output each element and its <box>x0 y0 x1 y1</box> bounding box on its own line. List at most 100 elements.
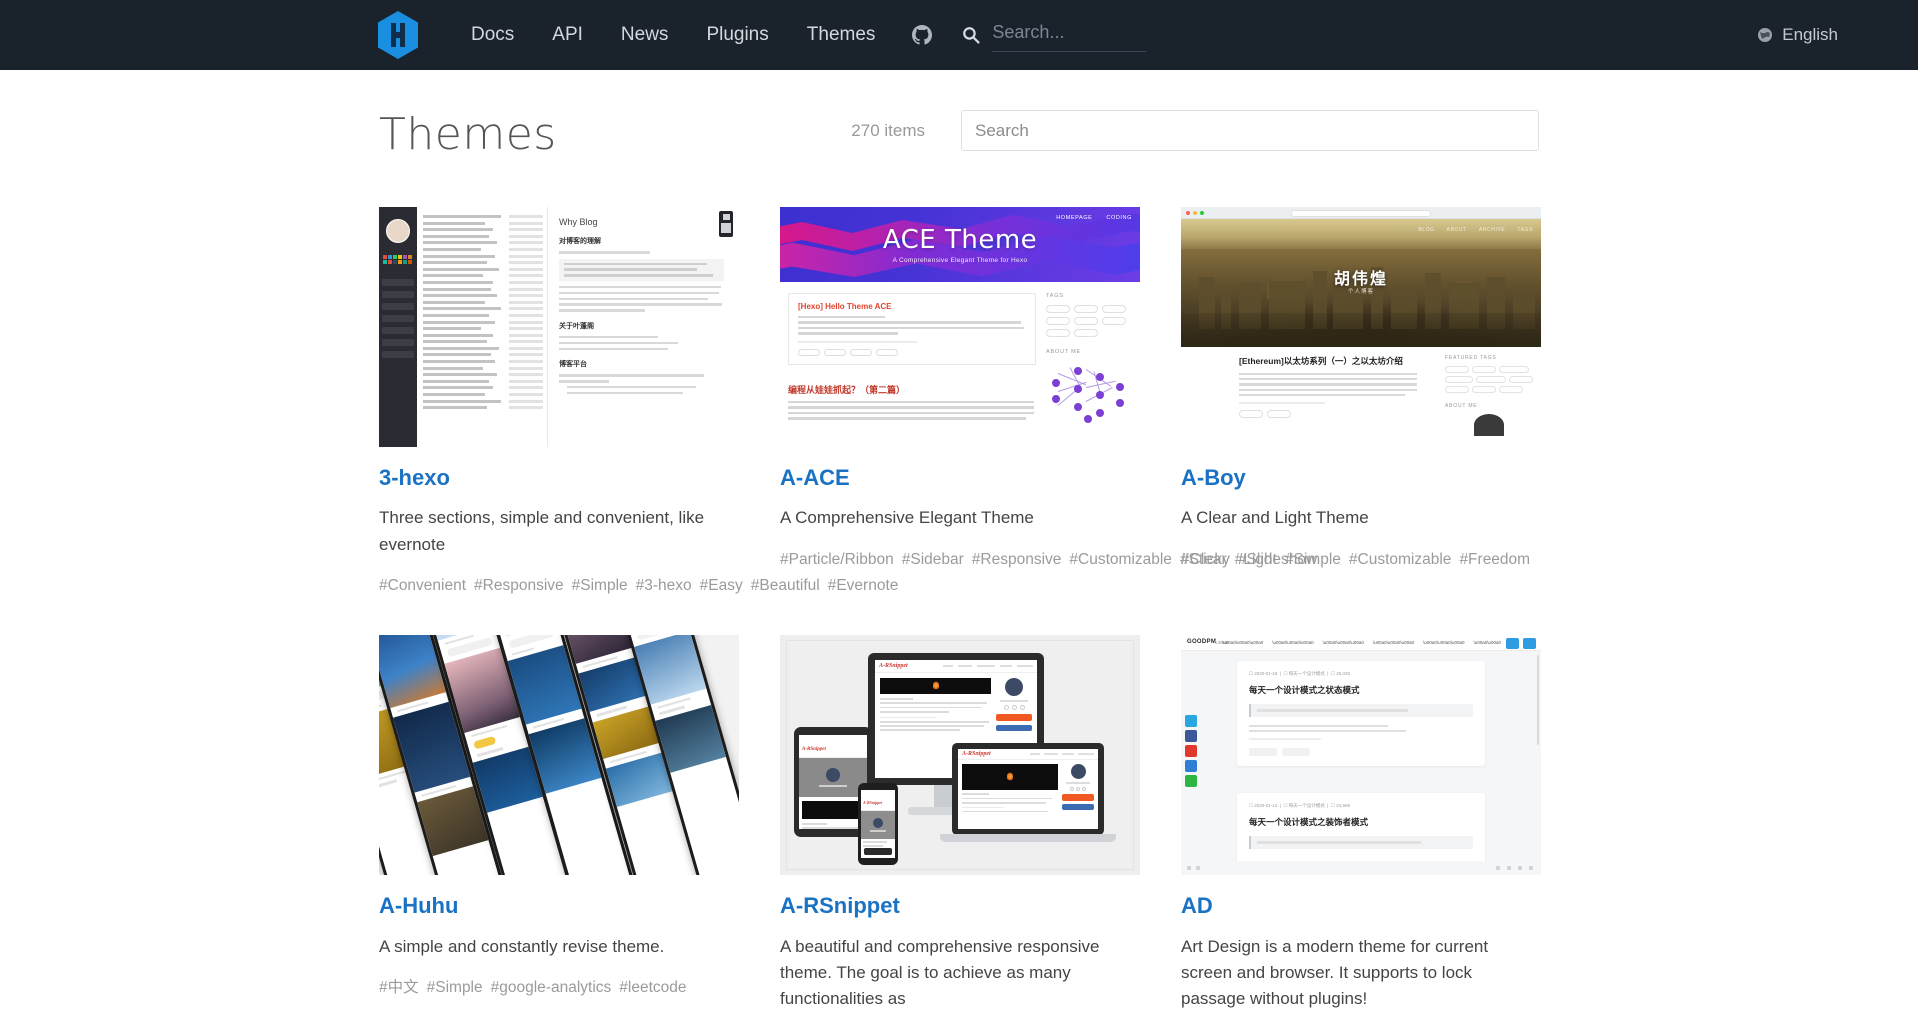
theme-tag[interactable]: #leetcode <box>619 979 686 996</box>
preview-hero-sub: 个人博客 <box>1347 289 1374 295</box>
theme-tags: #Clear #Light #Simple #Customizable #Freedom <box>1181 548 1541 571</box>
preview-post-title: [Ethereum]以太坊系列（一）之以太坊介绍 <box>1239 356 1403 366</box>
preview-aside-label: FEATURED TAGS <box>1445 355 1497 361</box>
theme-preview-ad: GOODPM \u00a0 \u00a0\u00a0\u00a0 \u00a0\u… <box>1181 635 1541 876</box>
theme-description: A Clear and Light Theme <box>1181 508 1369 528</box>
theme-tag[interactable]: #google-analytics <box>491 979 612 996</box>
item-count: 270 items <box>851 120 925 140</box>
nav-item-docs[interactable]: Docs <box>452 0 533 70</box>
preview-post-title: 每天一个设计模式之状态模式 <box>1249 685 1360 696</box>
themes-page: Themes 270 items Search Why Blog 对博客的理解 … <box>0 70 1918 1013</box>
theme-tag[interactable]: #Simple <box>1285 551 1341 568</box>
theme-tag[interactable]: #Light <box>1235 551 1277 568</box>
theme-card: A-Huhu A simple and constantly revise th… <box>379 635 739 1012</box>
theme-tags: #Convenient #Responsive #Simple #3-hexo #Eas… <box>379 574 898 597</box>
preview-post-title: [Hexo] Hello Theme ACE <box>798 302 892 311</box>
preview-heading: Why Blog <box>559 217 598 227</box>
theme-tag[interactable]: #Freedom <box>1459 551 1530 568</box>
nav-item-themes[interactable]: Themes <box>788 0 895 70</box>
theme-description: A beautiful and comprehensive responsive… <box>780 936 1100 1009</box>
theme-tag[interactable]: #Particle/Ribbon <box>780 551 894 568</box>
theme-tag[interactable]: #Easy <box>700 577 743 594</box>
nav-item-api[interactable]: API <box>533 0 602 70</box>
nav-item-news[interactable]: News <box>602 0 688 70</box>
theme-card: BLOG ABOUT ARCHIVE TAGS 胡伟煌 个人博客 [Ethere… <box>1181 207 1541 597</box>
theme-tag[interactable]: #3-hexo <box>636 577 692 594</box>
preview-network-graphic <box>1050 361 1128 423</box>
navbar-search[interactable] <box>962 18 1147 52</box>
theme-title-link[interactable]: A-RSnippet <box>780 893 1140 919</box>
theme-tags: #中文 #Simple #google-analytics #leetcode <box>379 976 739 999</box>
theme-title-link[interactable]: A-ACE <box>780 465 1140 491</box>
top-navbar: Docs API News Plugins Themes Search... E… <box>0 0 1918 70</box>
theme-thumbnail-link[interactable] <box>379 635 739 876</box>
theme-card: HOMEPAGE CODING ACE Theme A Comprehensiv… <box>780 207 1317 597</box>
theme-thumbnail-link[interactable]: GOODPM \u00a0 \u00a0\u00a0\u00a0 \u00a0\u… <box>1181 635 1541 876</box>
language-selector[interactable]: English <box>1757 25 1838 45</box>
theme-thumbnail-link[interactable]: HOMEPAGE CODING ACE Theme A Comprehensiv… <box>780 207 1140 447</box>
theme-description: Art Design is a modern theme for current… <box>1181 936 1489 1009</box>
preview-subheading-2: 关于叶蓬阁 <box>559 322 594 330</box>
theme-thumbnail-link[interactable]: A-RSnippet A-RSnippet A-RSnippet A-RSnip… <box>780 635 1140 876</box>
theme-title-link[interactable]: 3-hexo <box>379 465 739 491</box>
theme-tag[interactable]: #Convenient <box>379 577 466 594</box>
preview-subheading-3: 博客平台 <box>559 361 587 369</box>
page-title: Themes <box>379 108 557 160</box>
theme-preview-ace: HOMEPAGE CODING ACE Theme A Comprehensiv… <box>780 207 1140 447</box>
preview-nav-item: ARCHIVE <box>1478 227 1506 233</box>
theme-title-link[interactable]: AD <box>1181 893 1541 919</box>
theme-tags: #Particle/Ribbon #Sidebar #Responsive #Cust… <box>780 548 1317 571</box>
hexo-logo-icon <box>376 10 420 60</box>
preview-aside-label: ABOUT ME <box>1046 349 1082 355</box>
theme-preview-aboy: BLOG ABOUT ARCHIVE TAGS 胡伟煌 个人博客 [Ethere… <box>1181 207 1541 447</box>
theme-description: A simple and constantly revise theme. <box>379 936 665 956</box>
preview-hero-subtitle: A Comprehensive Elegant Theme for Hexo <box>892 257 1028 264</box>
preview-nav-item: BLOG <box>1418 227 1435 233</box>
theme-tag[interactable]: #Customizable <box>1349 551 1452 568</box>
preview-aside-label: ABOUT ME <box>1445 403 1478 409</box>
preview-share-rail <box>1185 715 1197 790</box>
preview-brand: A-RSnippet <box>879 663 908 670</box>
nav-item-plugins[interactable]: Plugins <box>687 0 787 70</box>
preview-aside-label: TAGS <box>1046 293 1064 299</box>
theme-card: GOODPM \u00a0 \u00a0\u00a0\u00a0 \u00a0\u… <box>1181 635 1541 1012</box>
navbar-search-input[interactable] <box>992 18 1147 52</box>
theme-tag[interactable]: #Clear <box>1181 551 1227 568</box>
theme-title-link[interactable]: A-Boy <box>1181 465 1541 491</box>
github-icon[interactable] <box>894 25 950 45</box>
preview-hero-title: ACE Theme <box>882 225 1038 255</box>
theme-preview-arsnippet: A-RSnippet A-RSnippet A-RSnippet A-RSnip… <box>780 635 1140 876</box>
theme-tag[interactable]: #Customizable <box>1069 551 1172 568</box>
language-label: English <box>1782 25 1838 44</box>
theme-description: A Comprehensive Elegant Theme <box>780 508 1034 528</box>
search-icon <box>962 26 980 44</box>
theme-thumbnail-link[interactable]: Why Blog 对博客的理解 关于叶蓬阁 博客平台 <box>379 207 739 447</box>
preview-nav-item: CODING <box>1106 215 1132 221</box>
page-header: Themes 270 items <box>379 110 1539 169</box>
hexo-logo-link[interactable] <box>376 10 420 60</box>
preview-badge <box>719 211 733 237</box>
theme-search-input[interactable] <box>961 110 1539 151</box>
theme-tag[interactable]: #Responsive <box>972 551 1062 568</box>
preview-nav-item: HOMEPAGE <box>1056 215 1093 221</box>
preview-subheading-1: 对博客的理解 <box>559 238 601 245</box>
preview-nav-item: ABOUT <box>1446 227 1467 233</box>
preview-search-button <box>1523 638 1536 650</box>
theme-preview-3hexo: Why Blog 对博客的理解 关于叶蓬阁 博客平台 <box>379 207 739 447</box>
preview-post-title: 每天一个设计模式之装饰者模式 <box>1249 817 1369 828</box>
theme-tag[interactable]: #Simple <box>427 979 483 996</box>
theme-tag[interactable]: #Responsive <box>474 577 564 594</box>
theme-title-link[interactable]: A-Huhu <box>379 893 739 919</box>
theme-description: Three sections, simple and convenient, l… <box>379 508 705 554</box>
theme-tag[interactable]: #中文 <box>379 979 419 996</box>
nav-links: Docs API News Plugins Themes <box>452 0 950 70</box>
preview-nav-item: TAGS <box>1517 227 1533 233</box>
theme-tag[interactable]: #Sidebar <box>902 551 964 568</box>
theme-tag[interactable]: #Simple <box>572 577 628 594</box>
theme-card: A-RSnippet A-RSnippet A-RSnippet A-RSnip… <box>780 635 1140 1012</box>
themes-grid: Why Blog 对博客的理解 关于叶蓬阁 博客平台 3-hexo Three … <box>379 207 1541 1013</box>
preview-post2-title: 编程从娃娃抓起？（第二篇） <box>788 385 906 395</box>
theme-preview-ahuhu <box>379 635 739 876</box>
theme-thumbnail-link[interactable]: BLOG ABOUT ARCHIVE TAGS 胡伟煌 个人博客 [Ethere… <box>1181 207 1541 447</box>
globe-icon <box>1757 27 1773 43</box>
